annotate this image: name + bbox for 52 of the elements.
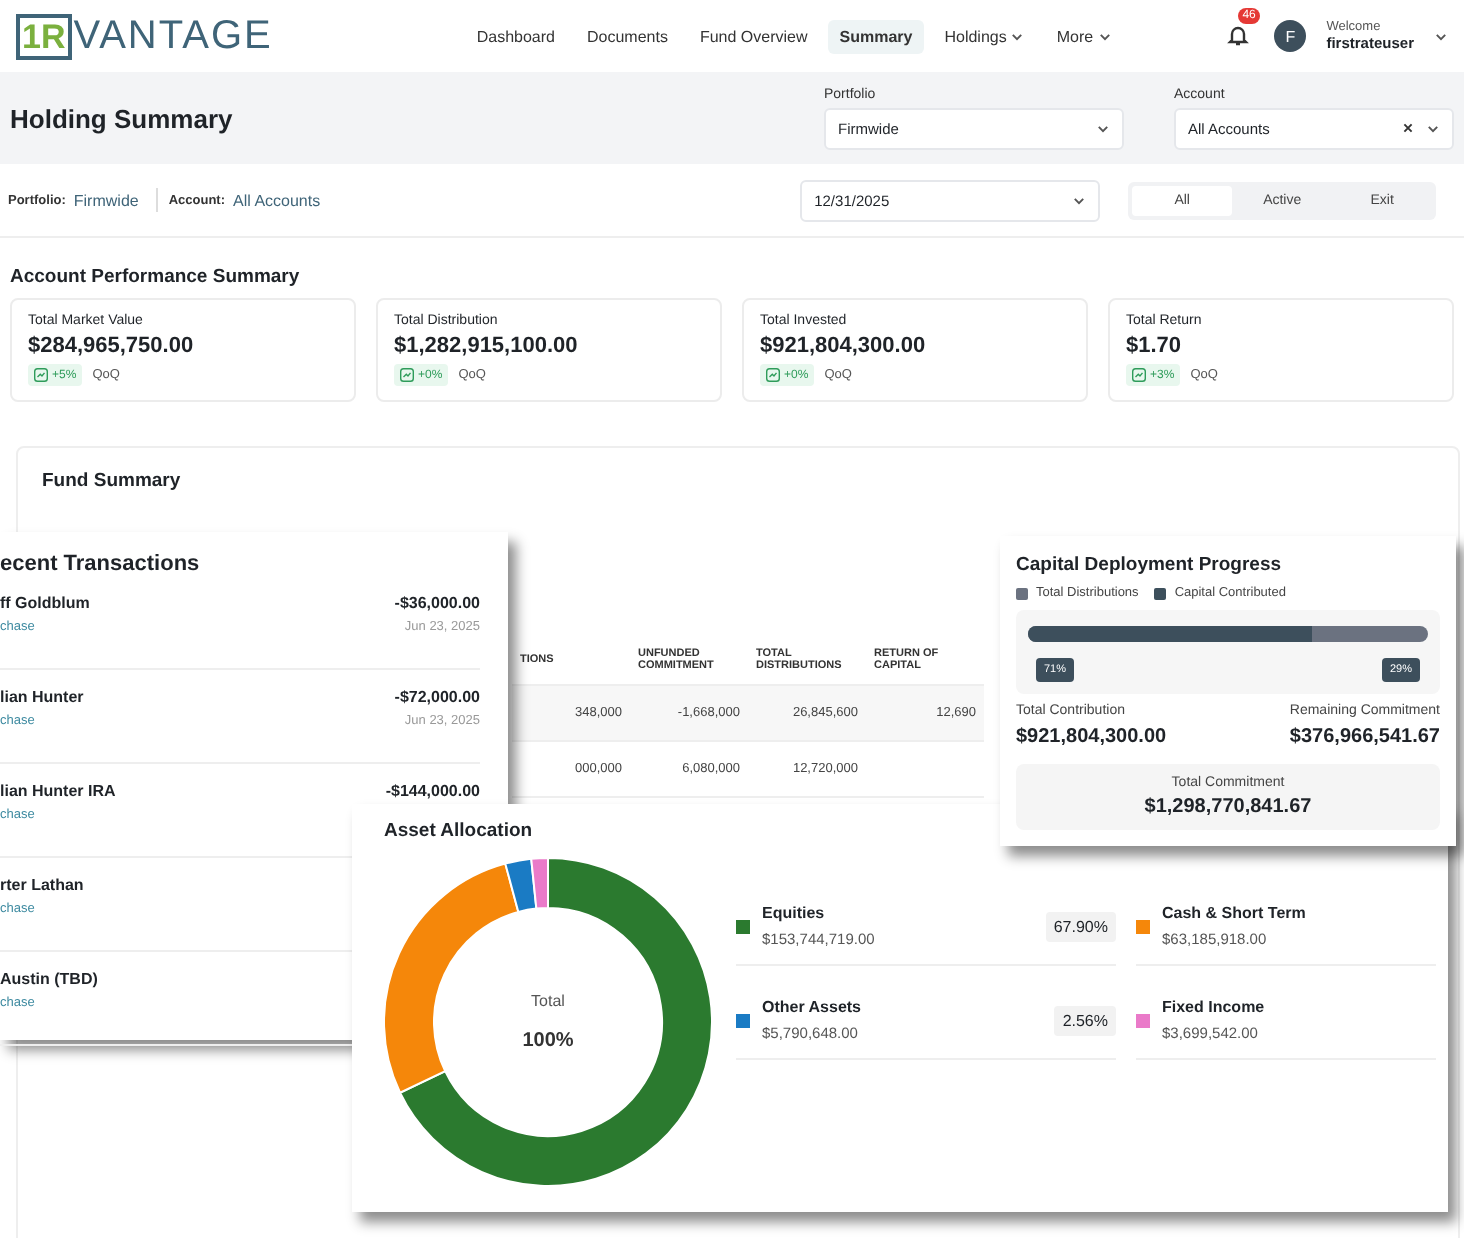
transaction-name: lian Hunter IRA <box>0 782 116 800</box>
panel-title: Capital Deployment Progress <box>1016 554 1284 576</box>
chevron-down-icon <box>1096 121 1110 135</box>
metric-value: $1.70 <box>1126 334 1184 358</box>
transaction-name: ff Goldblum <box>0 594 90 612</box>
page-title: Holding Summary <box>10 103 233 133</box>
transaction-amount: -$144,000.00 <box>385 782 480 800</box>
chevron-down-icon <box>1010 29 1025 43</box>
stat-value: $1,298,770,841.67 <box>1144 796 1312 818</box>
stat-value: $376,966,541.67 <box>1289 726 1440 748</box>
chevron-down-icon <box>1097 29 1112 43</box>
transaction-name: rter Lathan <box>0 876 84 894</box>
transaction-name: Austin (TBD) <box>0 970 98 988</box>
chevron-down-icon <box>1426 121 1440 135</box>
chevron-down-icon <box>1434 29 1448 43</box>
metric-value: $284,965,750.00 <box>28 334 196 358</box>
trend-up-icon <box>400 368 414 382</box>
donut-center-value: 100% <box>522 1030 574 1052</box>
asset-name: Cash & Short Term <box>1162 904 1306 922</box>
chevron-down-icon <box>1072 193 1087 207</box>
clear-icon[interactable] <box>1402 122 1414 134</box>
crumb-value: All Accounts <box>233 191 321 209</box>
asset-percent: 67.90% <box>1045 911 1116 941</box>
user-avatar[interactable]: F <box>1274 20 1307 52</box>
trend-up-icon <box>766 368 780 382</box>
transaction-amount: -$36,000.00 <box>394 594 480 612</box>
stat-value: $921,804,300.00 <box>1016 726 1167 748</box>
section-title: Account Performance Summary <box>10 266 302 288</box>
logo-mark: 1R <box>16 13 72 59</box>
nav-tab[interactable]: Documents <box>574 19 680 53</box>
trend-up-icon <box>34 368 48 382</box>
asset-name: Fixed Income <box>1162 998 1265 1016</box>
card-title: Fund Summary <box>42 470 183 492</box>
panel-title: ecent Transactions <box>0 552 202 576</box>
transaction-name: lian Hunter <box>0 688 84 706</box>
trend-up-icon <box>1132 368 1146 382</box>
logo-text: VANTAGE <box>73 13 273 59</box>
donut-center-label: Total <box>531 992 565 1010</box>
nav-tab[interactable]: Holdings <box>932 19 1037 53</box>
asset-name: Other Assets <box>762 998 861 1016</box>
transaction-amount: -$72,000.00 <box>394 688 480 706</box>
metric-value: $1,282,915,100.00 <box>394 334 580 358</box>
crumb-value: Firmwide <box>73 191 139 209</box>
bell-icon[interactable] <box>1226 22 1251 48</box>
nav-tab[interactable]: Fund Overview <box>687 19 820 53</box>
nav-tab[interactable]: More <box>1044 19 1124 53</box>
asset-name: Equities <box>762 904 825 922</box>
asset-percent: 2.56% <box>1054 1005 1116 1035</box>
nav-tab[interactable]: Summary <box>827 19 925 53</box>
panel-title: Asset Allocation <box>384 820 535 842</box>
metric-value: $921,804,300.00 <box>760 334 928 358</box>
nav-tab[interactable]: Dashboard <box>464 19 567 53</box>
